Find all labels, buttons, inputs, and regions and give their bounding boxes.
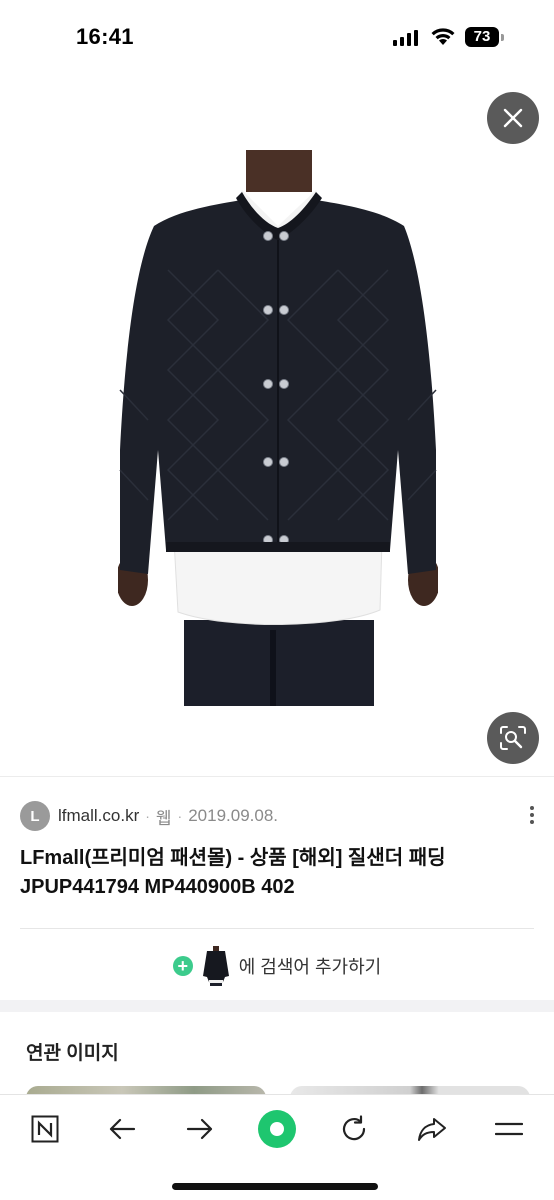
share-icon (418, 1118, 446, 1141)
green-dot-button[interactable] (255, 1107, 299, 1151)
refresh-button[interactable] (332, 1107, 376, 1151)
status-bar: 16:41 73 (0, 0, 554, 76)
source-row[interactable]: L lfmall.co.kr · 웹 · 2019.09.08. (20, 800, 540, 832)
jacket-thumbnail (202, 946, 229, 986)
separator-dot: · (177, 808, 183, 824)
plus-icon: + (172, 956, 193, 976)
separator-dot: · (145, 808, 150, 824)
result-title-link[interactable]: LFmall(프리미엄 패션몰) - 상품 [해외] 질샌더 패딩 JPUP44… (20, 844, 540, 902)
divider (0, 776, 554, 777)
cellular-signal-icon (393, 30, 418, 46)
forward-button[interactable] (178, 1107, 222, 1151)
menu-icon (495, 1122, 523, 1136)
green-dot-icon (258, 1110, 296, 1148)
bottom-navigation-bar (0, 1094, 554, 1200)
source-type: 웹 (155, 808, 172, 828)
image-search-icon (500, 726, 526, 750)
add-search-label: 에 검색어 추가하기 (238, 957, 382, 977)
menu-button[interactable] (487, 1107, 531, 1151)
image-search-button[interactable] (487, 712, 539, 764)
naver-n-icon (31, 1115, 59, 1143)
back-button[interactable] (100, 1107, 144, 1151)
wifi-icon (431, 28, 455, 45)
source-avatar: L (20, 801, 50, 831)
close-icon (503, 108, 523, 128)
status-time: 16:41 (76, 24, 134, 49)
battery-level: 73 (465, 27, 499, 47)
close-button[interactable] (487, 92, 539, 144)
add-search-term-button[interactable]: + 에 검색어 추가하기 (0, 942, 554, 990)
product-image-jacket[interactable] (118, 150, 438, 706)
share-button[interactable] (410, 1107, 454, 1151)
divider (20, 928, 534, 929)
battery-cap (501, 34, 504, 41)
section-separator (0, 1000, 554, 1012)
source-date: 2019.09.08. (188, 806, 279, 825)
back-arrow-icon (109, 1118, 136, 1140)
more-options-icon[interactable] (528, 806, 536, 826)
refresh-icon (342, 1115, 366, 1141)
forward-arrow-icon (186, 1118, 213, 1140)
naver-home-button[interactable] (23, 1107, 67, 1151)
source-domain[interactable]: lfmall.co.kr (58, 806, 139, 826)
home-indicator (172, 1183, 378, 1190)
related-images-heading: 연관 이미지 (26, 1043, 119, 1064)
battery-indicator: 73 (465, 27, 505, 47)
